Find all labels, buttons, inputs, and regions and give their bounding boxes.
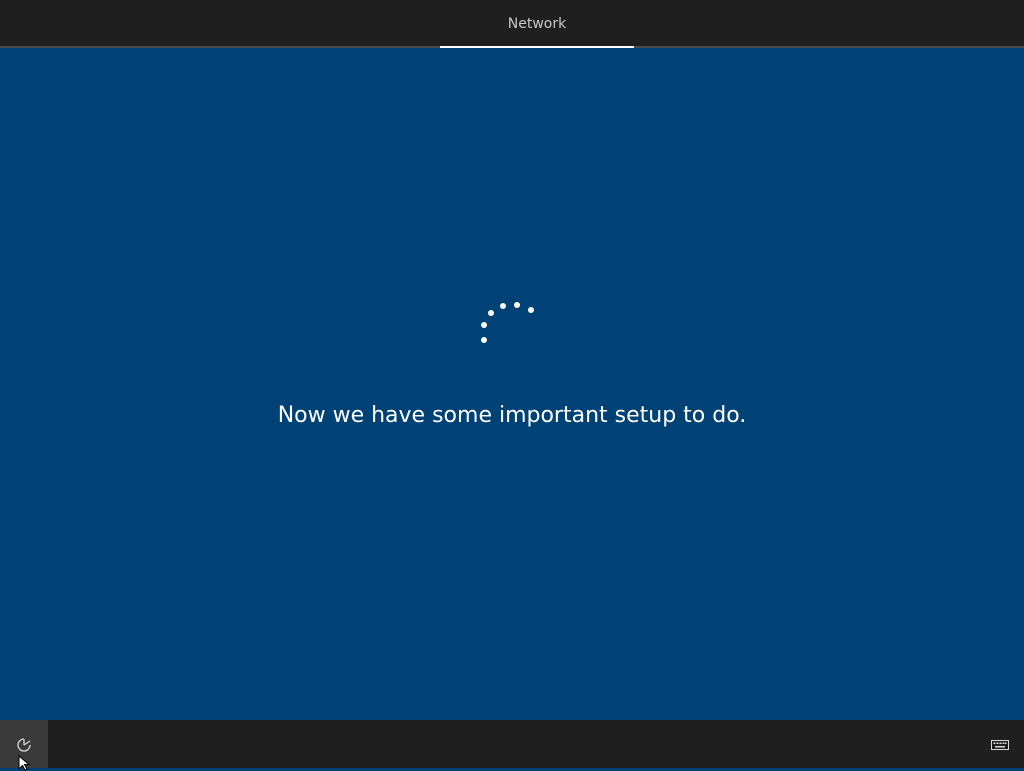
on-screen-keyboard-button[interactable] (976, 720, 1024, 768)
spinner-dot (488, 310, 494, 316)
spinner-dot (528, 307, 534, 313)
top-bar: Network (0, 0, 1024, 48)
tab-network-label: Network (507, 16, 567, 32)
spinner-dot (500, 303, 506, 309)
setup-screen: Now we have some important setup to do. (0, 48, 1024, 720)
ease-of-access-icon (17, 738, 31, 752)
setup-message: Now we have some important setup to do. (277, 403, 747, 428)
bottom-bar (0, 720, 1024, 771)
mouse-cursor-icon (18, 755, 31, 771)
spinner-dot (481, 322, 487, 328)
keyboard-icon (991, 740, 1009, 750)
spinner-dot (514, 302, 520, 308)
loading-spinner (476, 298, 540, 348)
tab-network: Network (440, 0, 634, 48)
spinner-dot (481, 337, 487, 343)
